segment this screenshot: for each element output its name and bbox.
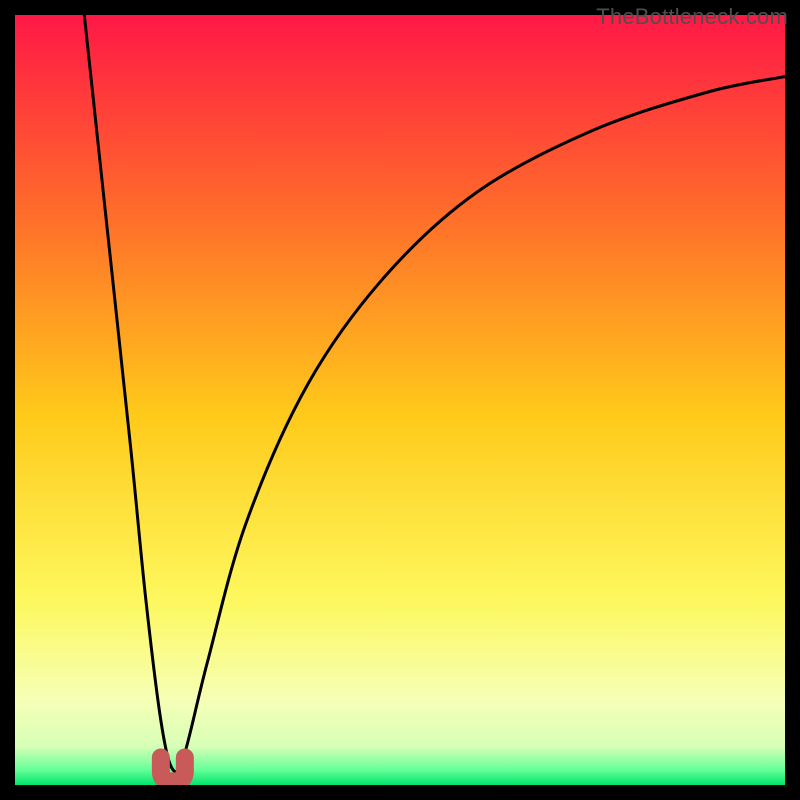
curve-layer (15, 15, 785, 785)
chart-stage: TheBottleneck.com (0, 0, 800, 800)
watermark-text: TheBottleneck.com (596, 4, 788, 30)
bottleneck-curve (84, 15, 785, 772)
plot-area (15, 15, 785, 785)
